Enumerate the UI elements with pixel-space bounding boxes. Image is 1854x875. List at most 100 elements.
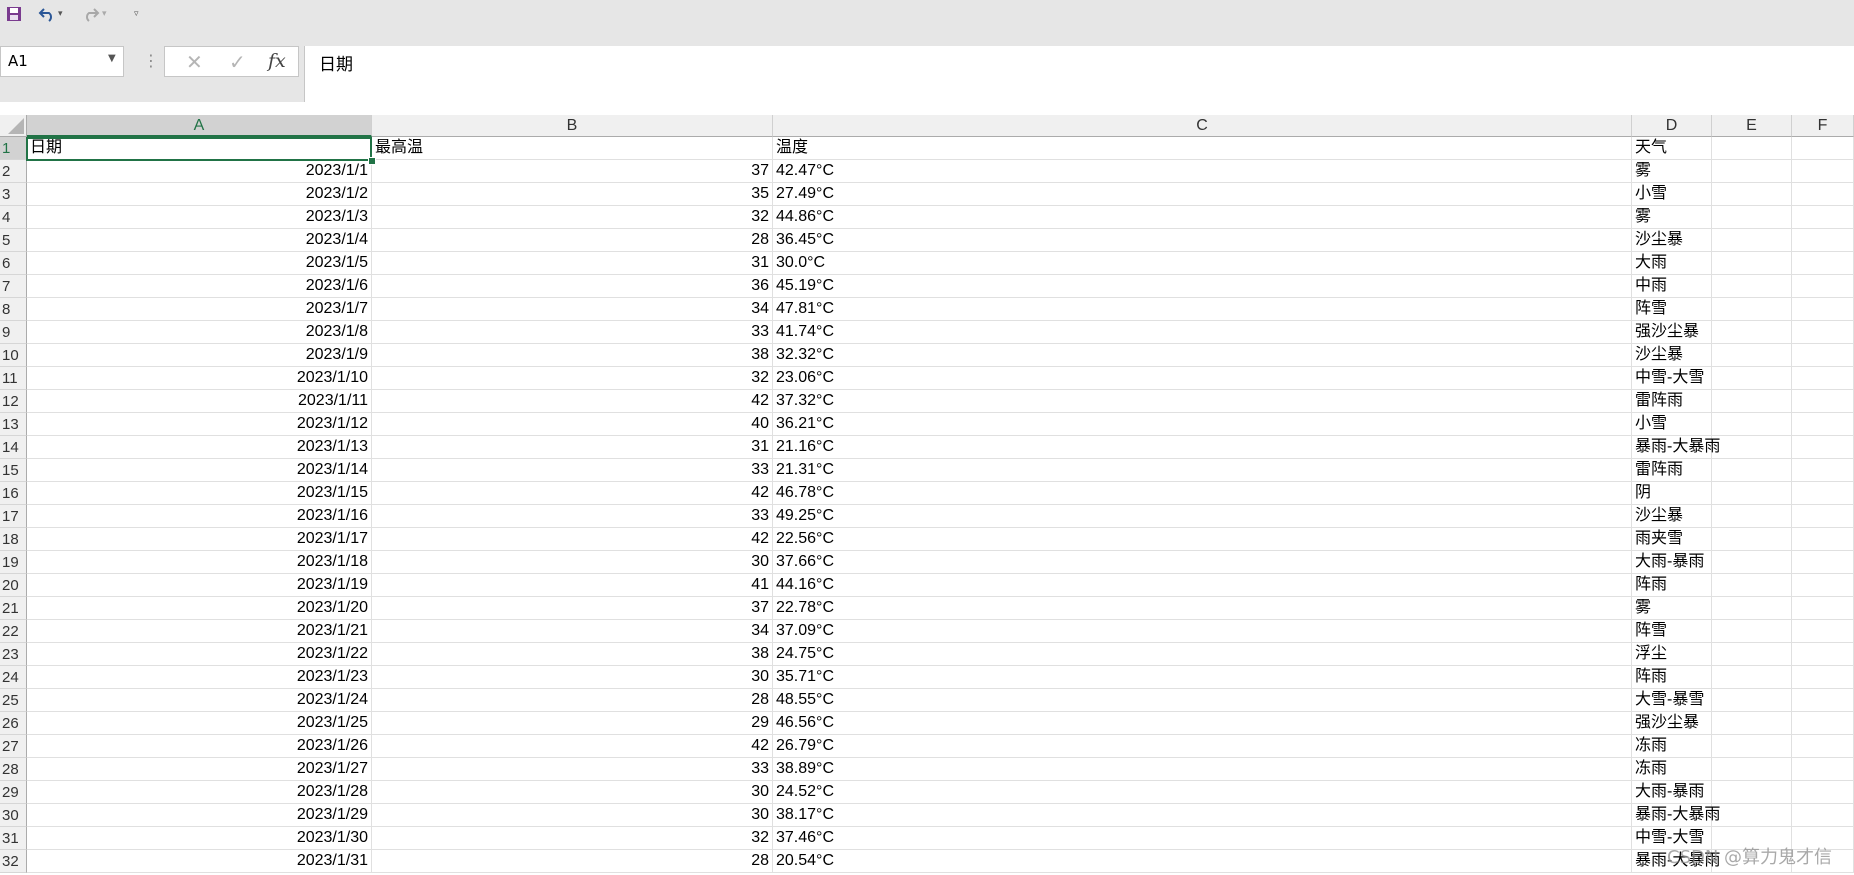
- cell-e2[interactable]: [1712, 160, 1792, 183]
- row-header-7[interactable]: 7: [0, 275, 27, 298]
- enter-entry-icon[interactable]: ✓: [229, 50, 246, 74]
- cell-b4[interactable]: 32: [372, 206, 773, 229]
- cell-a13[interactable]: 2023/1/12: [27, 413, 372, 436]
- cell-c6[interactable]: 30.0°C: [773, 252, 1632, 275]
- cell-b16[interactable]: 42: [372, 482, 773, 505]
- cell-c3[interactable]: 27.49°C: [773, 183, 1632, 206]
- cell-e11[interactable]: [1712, 367, 1792, 390]
- cell-c10[interactable]: 32.32°C: [773, 344, 1632, 367]
- row-header-19[interactable]: 19: [0, 551, 27, 574]
- cell-b2[interactable]: 37: [372, 160, 773, 183]
- cell-a11[interactable]: 2023/1/10: [27, 367, 372, 390]
- cell-a18[interactable]: 2023/1/17: [27, 528, 372, 551]
- cell-b18[interactable]: 42: [372, 528, 773, 551]
- cell-c32[interactable]: 20.54°C: [773, 850, 1632, 873]
- row-header-31[interactable]: 31: [0, 827, 27, 850]
- cell-b9[interactable]: 33: [372, 321, 773, 344]
- cell-b22[interactable]: 34: [372, 620, 773, 643]
- cell-c24[interactable]: 35.71°C: [773, 666, 1632, 689]
- cell-b11[interactable]: 32: [372, 367, 773, 390]
- cell-a26[interactable]: 2023/1/25: [27, 712, 372, 735]
- row-header-30[interactable]: 30: [0, 804, 27, 827]
- cell-c17[interactable]: 49.25°C: [773, 505, 1632, 528]
- cell-c27[interactable]: 26.79°C: [773, 735, 1632, 758]
- cell-c1[interactable]: 温度: [773, 137, 1632, 160]
- cell-f12[interactable]: [1792, 390, 1854, 413]
- cell-a2[interactable]: 2023/1/1: [27, 160, 372, 183]
- cell-e16[interactable]: [1712, 482, 1792, 505]
- cell-a1[interactable]: 日期: [27, 137, 372, 160]
- cell-c5[interactable]: 36.45°C: [773, 229, 1632, 252]
- cell-a14[interactable]: 2023/1/13: [27, 436, 372, 459]
- cell-f17[interactable]: [1792, 505, 1854, 528]
- cell-c12[interactable]: 37.32°C: [773, 390, 1632, 413]
- cell-e29[interactable]: [1712, 781, 1792, 804]
- cell-a15[interactable]: 2023/1/14: [27, 459, 372, 482]
- row-header-6[interactable]: 6: [0, 252, 27, 275]
- row-header-13[interactable]: 13: [0, 413, 27, 436]
- undo-dropdown-icon[interactable]: ▾: [58, 9, 63, 19]
- redo-button[interactable]: ▾: [82, 4, 107, 24]
- cell-f29[interactable]: [1792, 781, 1854, 804]
- cell-a3[interactable]: 2023/1/2: [27, 183, 372, 206]
- cell-f15[interactable]: [1792, 459, 1854, 482]
- row-header-22[interactable]: 22: [0, 620, 27, 643]
- cell-d19[interactable]: 大雨-暴雨: [1632, 551, 1712, 574]
- cell-a7[interactable]: 2023/1/6: [27, 275, 372, 298]
- cell-b30[interactable]: 30: [372, 804, 773, 827]
- cell-f28[interactable]: [1792, 758, 1854, 781]
- cell-b14[interactable]: 31: [372, 436, 773, 459]
- cell-c14[interactable]: 21.16°C: [773, 436, 1632, 459]
- cell-a19[interactable]: 2023/1/18: [27, 551, 372, 574]
- cell-d11[interactable]: 中雪-大雪: [1632, 367, 1712, 390]
- cell-b23[interactable]: 38: [372, 643, 773, 666]
- row-header-14[interactable]: 14: [0, 436, 27, 459]
- cell-d27[interactable]: 冻雨: [1632, 735, 1712, 758]
- cell-b12[interactable]: 42: [372, 390, 773, 413]
- cell-c2[interactable]: 42.47°C: [773, 160, 1632, 183]
- cell-f20[interactable]: [1792, 574, 1854, 597]
- cell-f26[interactable]: [1792, 712, 1854, 735]
- cell-c29[interactable]: 24.52°C: [773, 781, 1632, 804]
- cell-c23[interactable]: 24.75°C: [773, 643, 1632, 666]
- cell-b21[interactable]: 37: [372, 597, 773, 620]
- cell-a30[interactable]: 2023/1/29: [27, 804, 372, 827]
- cell-d3[interactable]: 小雪: [1632, 183, 1712, 206]
- cell-d1[interactable]: 天气: [1632, 137, 1712, 160]
- cell-b32[interactable]: 28: [372, 850, 773, 873]
- cell-d24[interactable]: 阵雨: [1632, 666, 1712, 689]
- cell-a27[interactable]: 2023/1/26: [27, 735, 372, 758]
- cell-f30[interactable]: [1792, 804, 1854, 827]
- cell-b29[interactable]: 30: [372, 781, 773, 804]
- cell-b24[interactable]: 30: [372, 666, 773, 689]
- cell-d28[interactable]: 冻雨: [1632, 758, 1712, 781]
- row-header-5[interactable]: 5: [0, 229, 27, 252]
- cell-a20[interactable]: 2023/1/19: [27, 574, 372, 597]
- cell-f2[interactable]: [1792, 160, 1854, 183]
- cell-c19[interactable]: 37.66°C: [773, 551, 1632, 574]
- cell-b3[interactable]: 35: [372, 183, 773, 206]
- cell-a16[interactable]: 2023/1/15: [27, 482, 372, 505]
- cell-d17[interactable]: 沙尘暴: [1632, 505, 1712, 528]
- row-header-28[interactable]: 28: [0, 758, 27, 781]
- redo-dropdown-icon[interactable]: ▾: [102, 9, 107, 19]
- undo-button[interactable]: ▾: [38, 4, 63, 24]
- cell-b1[interactable]: 最高温: [372, 137, 773, 160]
- cell-c21[interactable]: 22.78°C: [773, 597, 1632, 620]
- cell-e28[interactable]: [1712, 758, 1792, 781]
- cell-f27[interactable]: [1792, 735, 1854, 758]
- cell-b27[interactable]: 42: [372, 735, 773, 758]
- save-button[interactable]: [6, 4, 22, 24]
- cell-c20[interactable]: 44.16°C: [773, 574, 1632, 597]
- cell-d30[interactable]: 暴雨-大暴雨: [1632, 804, 1720, 827]
- row-header-18[interactable]: 18: [0, 528, 27, 551]
- cell-a5[interactable]: 2023/1/4: [27, 229, 372, 252]
- cell-f9[interactable]: [1792, 321, 1854, 344]
- cell-f10[interactable]: [1792, 344, 1854, 367]
- formula-input[interactable]: 日期: [304, 46, 1854, 102]
- cell-c26[interactable]: 46.56°C: [773, 712, 1632, 735]
- cell-f4[interactable]: [1792, 206, 1854, 229]
- row-header-10[interactable]: 10: [0, 344, 27, 367]
- cell-f8[interactable]: [1792, 298, 1854, 321]
- cell-c4[interactable]: 44.86°C: [773, 206, 1632, 229]
